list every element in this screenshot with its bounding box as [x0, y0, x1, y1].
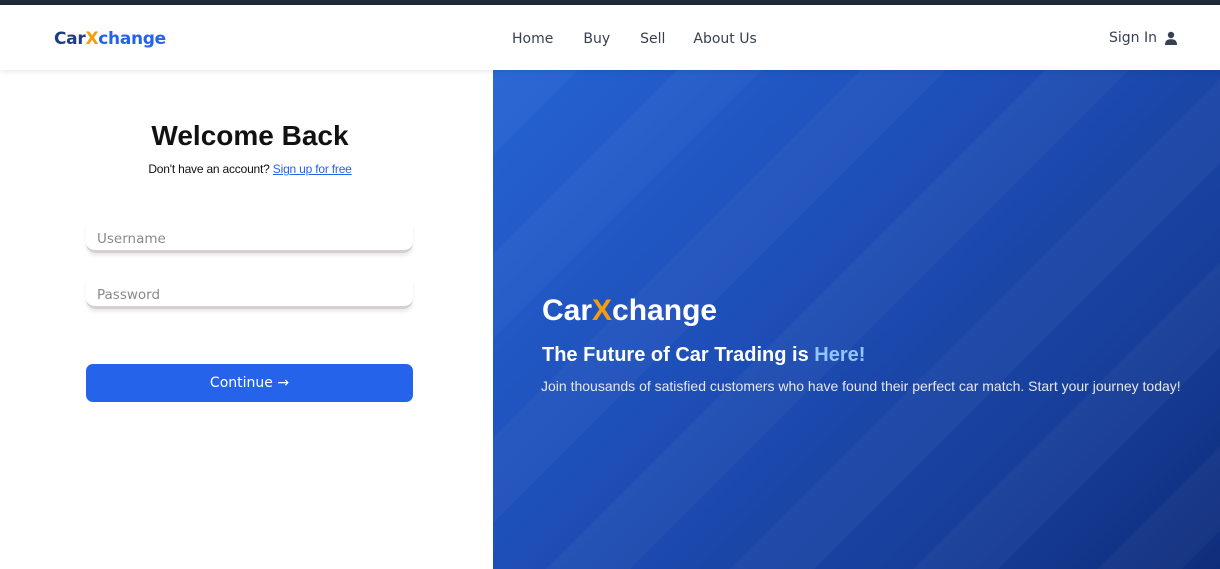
brand-x: X: [85, 29, 99, 49]
login-title: Welcome Back: [151, 120, 349, 151]
password-field[interactable]: Password: [86, 281, 413, 309]
password-placeholder: Password: [97, 287, 161, 303]
continue-button[interactable]: Continue →: [86, 364, 413, 402]
brand-logo[interactable]: CarXchange: [54, 29, 166, 49]
hero-title-main: The Future of Car Trading is: [542, 344, 809, 366]
brand-suffix: change: [98, 29, 166, 49]
nav-links: Home Buy Sell About Us: [512, 31, 757, 47]
nav-link-home[interactable]: Home: [512, 31, 553, 47]
hero-description: Join thousands of satisfied customers wh…: [541, 378, 1181, 394]
signup-prompt: Don't have an account? Sign up for free: [0, 162, 500, 176]
nav-link-sell[interactable]: Sell: [640, 31, 665, 47]
hero-title: The Future of Car Trading is Here!: [542, 344, 865, 367]
hero-title-highlight: Here!: [814, 344, 866, 366]
nav-link-buy[interactable]: Buy: [583, 31, 610, 47]
navbar: CarXchange Home Buy Sell About Us Sign I…: [0, 5, 1220, 70]
login-panel: Welcome Back Don't have an account? Sign…: [0, 70, 493, 569]
sign-in-button[interactable]: Sign In: [1109, 30, 1178, 46]
hero-brand-x: X: [592, 294, 613, 327]
username-placeholder: Username: [97, 231, 166, 247]
hero-brand-suffix: change: [612, 294, 718, 327]
sign-in-label: Sign In: [1109, 30, 1157, 46]
hero-panel: CarXchange The Future of Car Trading is …: [493, 70, 1220, 569]
brand-prefix: Car: [54, 29, 86, 49]
user-icon: [1165, 31, 1177, 45]
hero-brand: CarXchange: [542, 294, 717, 328]
signup-link[interactable]: Sign up for free: [273, 162, 352, 176]
signup-prompt-text: Don't have an account?: [148, 162, 270, 176]
username-field[interactable]: Username: [86, 225, 413, 253]
hero-brand-prefix: Car: [542, 294, 593, 327]
nav-link-about-us[interactable]: About Us: [693, 31, 756, 47]
